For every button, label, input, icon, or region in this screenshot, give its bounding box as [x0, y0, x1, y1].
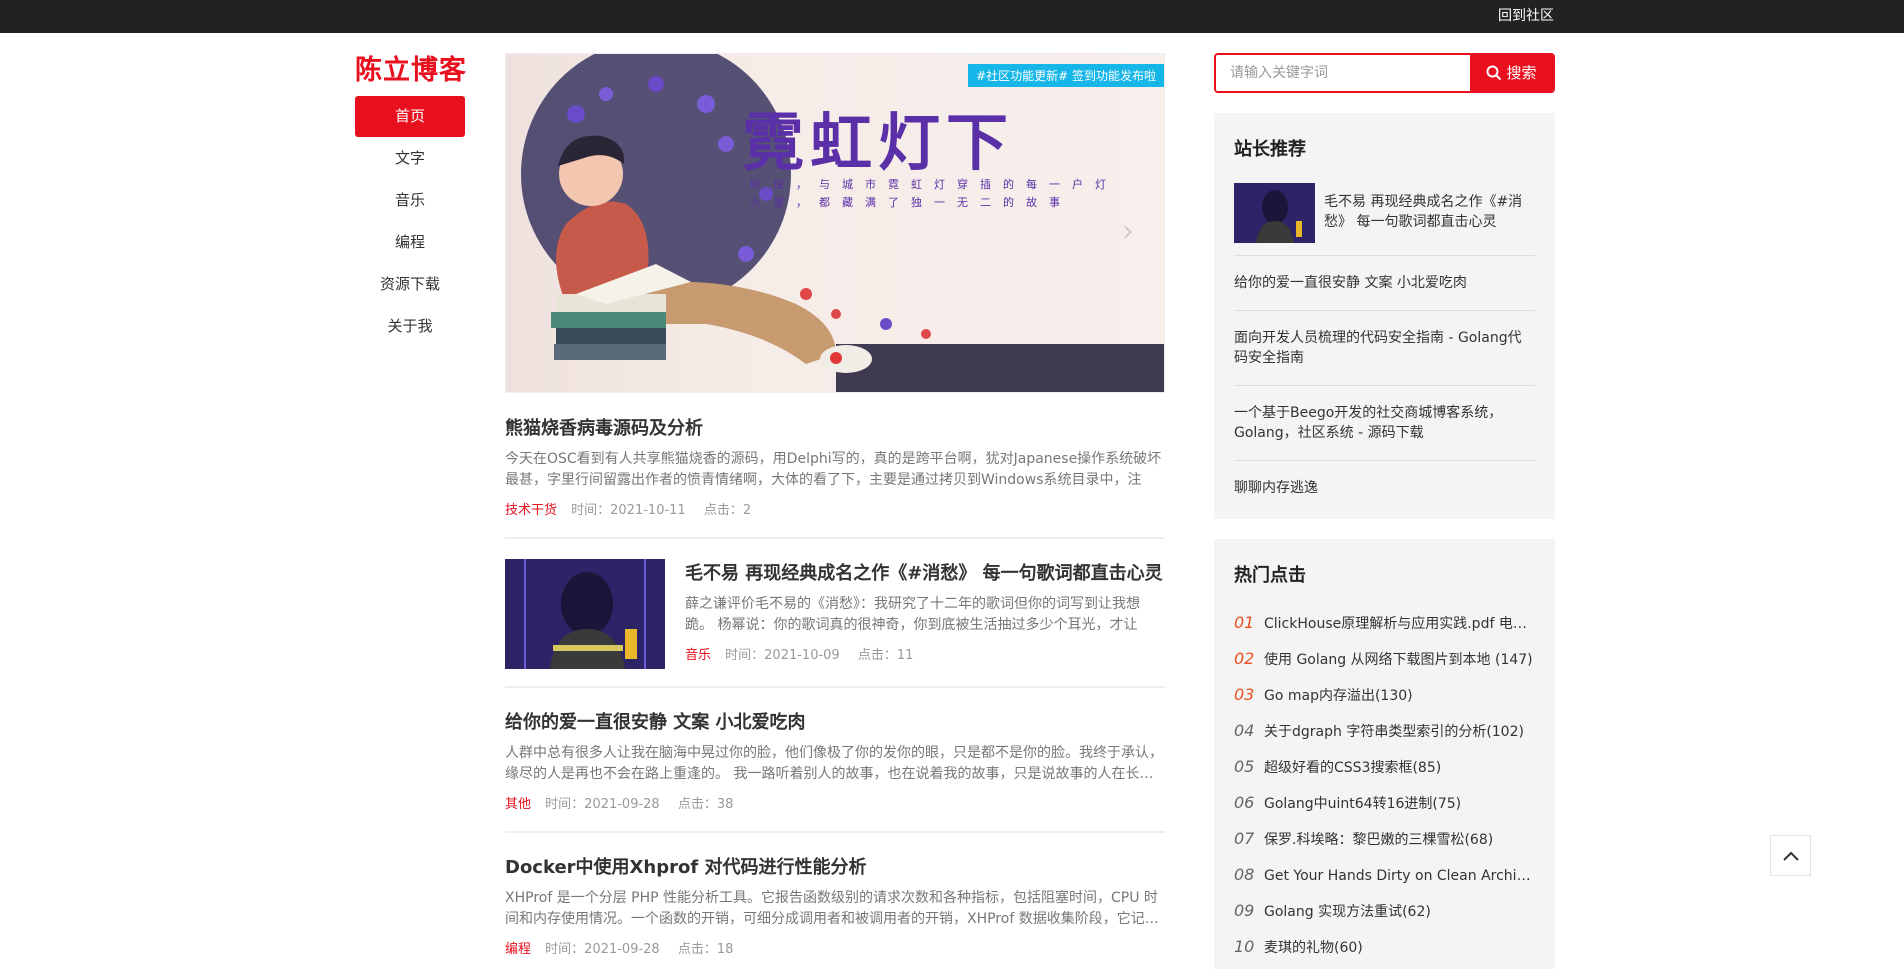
post-excerpt: 人群中总有很多人让我在脑海中晃过你的脸，他们像极了你的发你的眼，只是都不是你的脸…: [505, 745, 1163, 782]
post-body: 毛不易 再现经典成名之作《#消愁》 每一句歌词都直击心灵 薛之谦评价毛不易的《消…: [685, 559, 1165, 663]
recommend-item[interactable]: 聊聊内存逃逸: [1234, 461, 1535, 515]
post-item: 熊猫烧香病毒源码及分析 今天在OSC看到有人共享熊猫烧香的源码，用Delphi写…: [505, 414, 1165, 539]
post-title[interactable]: 给你的爱一直很安静 文案 小北爱吃肉: [505, 708, 1165, 734]
search-button-label: 搜索: [1506, 64, 1537, 82]
hot-rank: 01: [1234, 613, 1255, 632]
search-button[interactable]: 搜索: [1470, 55, 1553, 91]
main-nav: 首页 文字 音乐 编程 资源下载 关于我: [355, 96, 465, 348]
post-excerpt: 今天在OSC看到有人共享熊猫烧香的源码，用Delphi写的，真的是跨平台啊，犹对…: [505, 451, 1162, 488]
recommend-thumbnail[interactable]: [1234, 183, 1315, 243]
recommend-item[interactable]: 面向开发人员梳理的代码安全指南 - Golang代码安全指南: [1234, 311, 1535, 386]
chevron-right-icon[interactable]: ›: [1122, 214, 1134, 249]
nav-item-text[interactable]: 文字: [355, 138, 465, 179]
post-meta: 音乐 时间：2021-10-09 点击：11: [685, 644, 1165, 663]
hot-item[interactable]: 02 使用 Golang 从网络下载图片到本地 (147): [1234, 641, 1535, 677]
recommend-item[interactable]: 给你的爱一直很安静 文案 小北爱吃肉: [1234, 256, 1535, 311]
hot-list: 01 ClickHouse原理解析与应用实践.pdf 电子… 02 使用 Golan…: [1234, 605, 1535, 965]
recommend-title: 站长推荐: [1234, 139, 1306, 160]
hot-item[interactable]: 01 ClickHouse原理解析与应用实践.pdf 电子…: [1234, 605, 1535, 641]
hot-item-label[interactable]: Get Your Hands Dirty on Clean Architect…: [1264, 868, 1535, 884]
post-thumbnail[interactable]: [505, 559, 665, 669]
hot-item-label[interactable]: 保罗.科埃略：黎巴嫩的三棵雪松(68): [1264, 832, 1493, 848]
post-item: 毛不易 再现经典成名之作《#消愁》 每一句歌词都直击心灵 薛之谦评价毛不易的《消…: [505, 559, 1165, 688]
hot-rank: 08: [1234, 865, 1255, 884]
hot-item[interactable]: 06 Golang中uint64转16进制(75): [1234, 785, 1535, 821]
post-time: 时间：2021-09-28: [545, 797, 660, 812]
search-icon: [1486, 65, 1502, 81]
nav-item-music[interactable]: 音乐: [355, 180, 465, 221]
site-title[interactable]: 陈立博客: [355, 48, 467, 87]
hot-item[interactable]: 04 关于dgraph 字符串类型索引的分析(102): [1234, 713, 1535, 749]
hot-rank: 03: [1234, 685, 1255, 704]
post-time: 时间：2021-10-09: [725, 648, 840, 663]
chevron-up-icon: [1783, 851, 1799, 861]
hot-rank: 02: [1234, 649, 1255, 668]
post-clicks: 点击：38: [677, 797, 734, 812]
hot-rank: 05: [1234, 757, 1255, 776]
search-input[interactable]: [1216, 55, 1472, 91]
nav-item-home[interactable]: 首页: [355, 96, 465, 137]
nav-item-about[interactable]: 关于我: [355, 306, 465, 347]
hot-item[interactable]: 07 保罗.科埃略：黎巴嫩的三棵雪松(68): [1234, 821, 1535, 857]
hot-item[interactable]: 08 Get Your Hands Dirty on Clean Architec…: [1234, 857, 1535, 893]
post-item: 给你的爱一直很安静 文案 小北爱吃肉 人群中总有很多人让我在脑海中晃过你的脸，他…: [505, 708, 1165, 833]
post-meta: 编程 时间：2021-09-28 点击：18: [505, 938, 1165, 957]
post-meta: 其他 时间：2021-09-28 点击：38: [505, 793, 1165, 812]
hot-item-label[interactable]: 麦琪的礼物(60): [1264, 940, 1363, 956]
back-to-top-button[interactable]: [1770, 835, 1811, 876]
hot-item[interactable]: 10 麦琪的礼物(60): [1234, 929, 1535, 965]
hot-rank: 04: [1234, 721, 1255, 740]
banner-tag[interactable]: #社区功能更新# 签到功能发布啦: [968, 64, 1164, 87]
nav-item-downloads[interactable]: 资源下载: [355, 264, 465, 305]
hot-rank: 10: [1234, 937, 1255, 956]
post-clicks: 点击：11: [857, 648, 914, 663]
hot-title: 热门点击: [1234, 565, 1306, 586]
post-category[interactable]: 编程: [505, 942, 531, 957]
hot-item-label[interactable]: Go map内存溢出(130): [1264, 688, 1413, 704]
banner-title: 霓虹灯下: [742, 106, 1015, 179]
post-list: #社区功能更新# 签到功能发布啦 霓虹灯下 听说，与城市霓虹灯穿插的每一户灯火里…: [505, 53, 1165, 957]
post-clicks: 点击：18: [677, 942, 734, 957]
hot-rank: 09: [1234, 901, 1255, 920]
hot-item[interactable]: 09 Golang 实现方法重试(62): [1234, 893, 1535, 929]
nav-item-programming[interactable]: 编程: [355, 222, 465, 263]
hot-panel: 热门点击 01 ClickHouse原理解析与应用实践.pdf 电子… 02 使用 …: [1214, 539, 1555, 969]
post-title[interactable]: Docker中使用Xhprof 对代码进行性能分析: [505, 853, 1165, 879]
hot-item-label[interactable]: 使用 Golang 从网络下载图片到本地 (147): [1264, 652, 1533, 668]
post-excerpt: 薛之谦评价毛不易的《消愁》：我研究了十二年的歌词但你的词写到让我想跪。 杨幂说：…: [685, 596, 1140, 633]
hot-item-label[interactable]: 关于dgraph 字符串类型索引的分析(102): [1264, 724, 1524, 740]
banner-carousel[interactable]: #社区功能更新# 签到功能发布啦 霓虹灯下 听说，与城市霓虹灯穿插的每一户灯火里…: [505, 53, 1165, 393]
recommend-item[interactable]: 一个基于Beego开发的社交商城博客系统，Golang，社区系统 - 源码下载: [1234, 386, 1535, 461]
post-category[interactable]: 音乐: [685, 648, 711, 663]
post-title[interactable]: 熊猫烧香病毒源码及分析: [505, 414, 1165, 440]
hot-item-label[interactable]: 超级好看的CSS3搜索框(85): [1264, 760, 1441, 776]
hot-item-label[interactable]: Golang中uint64转16进制(75): [1264, 796, 1461, 812]
hot-item[interactable]: 05 超级好看的CSS3搜索框(85): [1234, 749, 1535, 785]
post-thumbnail-art: [505, 559, 665, 669]
post-time: 时间：2021-09-28: [545, 942, 660, 957]
hot-item-label[interactable]: ClickHouse原理解析与应用实践.pdf 电子…: [1264, 616, 1535, 632]
post-meta: 技术干货 时间：2021-10-11 点击：2: [505, 499, 1165, 518]
hot-item[interactable]: 03 Go map内存溢出(130): [1234, 677, 1535, 713]
back-to-community-link[interactable]: 回到社区: [1498, 0, 1554, 33]
post-clicks: 点击：2: [703, 503, 752, 518]
recommend-panel: 站长推荐 毛不易 再现经典成名之作《#消愁》 每一句歌词都直击心灵 给你的爱一直…: [1214, 113, 1555, 519]
post-category[interactable]: 技术干货: [505, 503, 557, 518]
post-excerpt: XHProf 是一个分层 PHP 性能分析工具。它报告函数级别的请求次数和各种指…: [505, 890, 1159, 927]
banner-subtitle: 听说，与城市霓虹灯穿插的每一户灯火里，都藏满了独一无二的故事: [750, 178, 1118, 209]
top-bar: 回到社区: [0, 0, 1904, 33]
post-time: 时间：2021-10-11: [571, 503, 686, 518]
post-item: Docker中使用Xhprof 对代码进行性能分析 XHProf 是一个分层 P…: [505, 853, 1165, 957]
recommend-item[interactable]: 毛不易 再现经典成名之作《#消愁》 每一句歌词都直击心灵: [1234, 183, 1535, 256]
search-box: 搜索: [1214, 53, 1555, 93]
post-title[interactable]: 毛不易 再现经典成名之作《#消愁》 每一句歌词都直击心灵: [685, 559, 1165, 585]
hot-rank: 06: [1234, 793, 1255, 812]
recommend-item-label[interactable]: 毛不易 再现经典成名之作《#消愁》 每一句歌词都直击心灵: [1324, 192, 1524, 232]
hot-rank: 07: [1234, 829, 1255, 848]
hot-item-label[interactable]: Golang 实现方法重试(62): [1264, 904, 1431, 920]
post-category[interactable]: 其他: [505, 797, 531, 812]
recommend-thumbnail-art: [1234, 183, 1315, 243]
